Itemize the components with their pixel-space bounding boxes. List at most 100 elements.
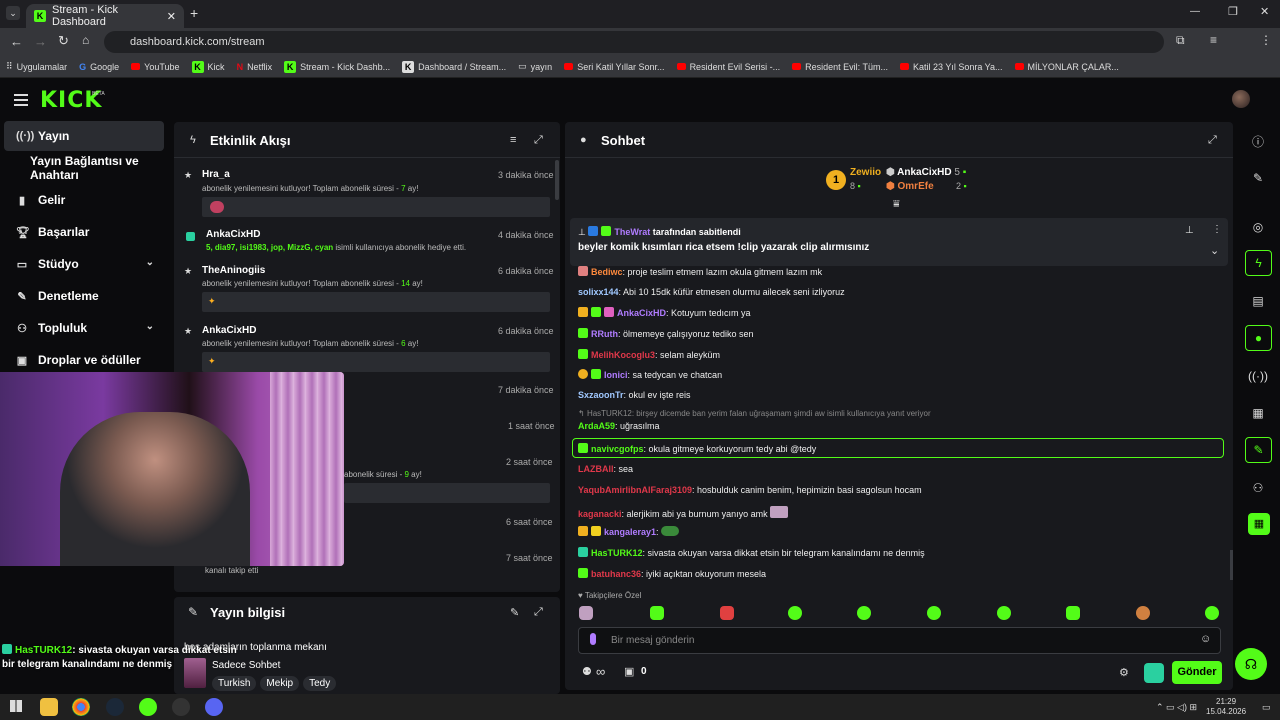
leader-name[interactable]: Zewiio — [850, 167, 881, 178]
media-icon[interactable]: ≡ — [1210, 33, 1217, 47]
extensions-icon[interactable]: ⧉ — [1176, 33, 1185, 48]
notification-icon[interactable]: ▭ — [1262, 702, 1271, 713]
forward-icon[interactable]: → — [34, 34, 47, 49]
maximize-icon[interactable]: ❐ — [1228, 5, 1238, 18]
bookmark-folder[interactable]: ▭ yayın — [518, 61, 552, 72]
more-options-icon[interactable]: ⋮ — [1212, 224, 1222, 235]
pencil-icon[interactable]: ✎ — [1240, 164, 1276, 192]
taskbar-clock[interactable]: 21:29 15.04.2026 — [1206, 697, 1246, 717]
back-icon[interactable]: ← — [10, 34, 23, 49]
sidebar-item-droplar[interactable]: ▣ Droplar ve ödüller — [4, 345, 164, 375]
kicks-icon[interactable] — [1144, 663, 1164, 683]
bookmark-item[interactable]: ⠿ Uygulamalar — [6, 61, 67, 72]
home-icon[interactable]: ⌂ — [82, 33, 89, 47]
popout-icon[interactable]: ⤢ — [534, 606, 543, 619]
emote-icon[interactable] — [1136, 606, 1150, 620]
emote-icon[interactable] — [650, 606, 664, 620]
bookmark-item[interactable]: Seri Katil Yıllar Sonr... — [564, 62, 665, 72]
windows-start-icon[interactable] — [10, 700, 22, 712]
popout-icon[interactable]: ⤢ — [534, 134, 543, 147]
close-tab-icon[interactable]: ✕ — [167, 10, 176, 23]
bookmark-item[interactable]: K Dashboard / Stream... — [402, 60, 506, 73]
sidebar-item-denetleme[interactable]: ✎ Denetleme — [4, 281, 164, 311]
emote-icon[interactable] — [1066, 606, 1080, 620]
chrome-icon[interactable] — [72, 698, 90, 716]
hamburger-menu-icon[interactable] — [14, 94, 28, 106]
user-avatar[interactable] — [1232, 90, 1250, 108]
popout-icon[interactable]: ⤢ — [1208, 134, 1217, 147]
bookmark-item[interactable]: K Stream - Kick Dashb... — [284, 60, 390, 73]
mic-icon[interactable] — [590, 633, 596, 645]
sidebar-item-studyo[interactable]: ▭ Stüdyo ⌄ — [4, 249, 164, 279]
leader-third[interactable]: ⬢ OmrEfe — [886, 181, 934, 192]
emote-icon[interactable] — [997, 606, 1011, 620]
discord-icon[interactable] — [205, 698, 223, 716]
printer-icon[interactable]: ▦ — [1240, 399, 1276, 427]
support-headset-icon[interactable]: ☊ — [1235, 648, 1267, 680]
chat-message: batuhanc36: iyiki açıktan okuyorum mesel… — [578, 568, 766, 579]
file-explorer-icon[interactable] — [40, 698, 58, 716]
tray-icons[interactable]: ⌃ ▭ ◁) ⊞ — [1156, 702, 1197, 713]
reload-icon[interactable]: ↻ — [58, 33, 69, 49]
send-button[interactable]: Gönder — [1172, 661, 1222, 684]
settings-gear-icon[interactable]: ⚙ — [1119, 666, 1129, 679]
bookmark-item[interactable]: Resident Evil Serisi -... — [676, 62, 780, 72]
tag[interactable]: Mekip — [260, 676, 300, 691]
clip-icon[interactable]: ▦ — [1248, 513, 1270, 535]
emote-icon[interactable] — [857, 606, 871, 620]
chat-scrollbar[interactable] — [1230, 550, 1233, 580]
windows-taskbar — [0, 694, 1280, 720]
url-text: dashboard.kick.com/stream — [130, 36, 265, 48]
chat-bubble-icon[interactable]: ● — [1245, 325, 1272, 351]
bookmark-item[interactable]: YouTube — [131, 62, 180, 72]
event-username[interactable]: AnkaCixHD — [202, 325, 256, 336]
event-username[interactable]: TheAninogiis — [202, 265, 265, 276]
edit-icon[interactable]: ✎ — [510, 606, 519, 619]
emoji-picker-icon[interactable]: ☺ — [1200, 633, 1211, 645]
bookmark-item[interactable]: Resident Evil: Tüm... — [792, 62, 888, 72]
activity-scrollbar[interactable] — [555, 160, 559, 200]
tag[interactable]: Tedy — [303, 676, 337, 691]
broadcast-icon[interactable]: ((·)) — [1240, 362, 1276, 390]
event-username[interactable]: AnkaCixHD — [206, 229, 260, 240]
sidebar-item-topluluk[interactable]: ⚇ Topluluk ⌄ — [4, 313, 164, 343]
sidebar-item-stream-key[interactable]: Yayın Bağlantısı ve Anahtarı — [4, 153, 174, 183]
filter-icon[interactable]: ≡ — [510, 134, 516, 146]
browser-tab[interactable]: K Stream - Kick Dashboard ✕ — [26, 4, 184, 28]
camera-icon[interactable]: ◎ — [1240, 213, 1276, 241]
sidebar-item-gelir[interactable]: ▮ Gelir — [4, 185, 164, 215]
event-username[interactable]: Hra_a — [202, 169, 230, 180]
emote-icon[interactable] — [579, 606, 593, 620]
emote-icon[interactable] — [788, 606, 802, 620]
steam-icon[interactable] — [106, 698, 124, 716]
reply-context: ↰ HasTURK12: birşey dicemde ban yerim fa… — [578, 409, 931, 418]
chevron-down-icon[interactable]: ⌄ — [1210, 244, 1219, 257]
tag[interactable]: Turkish — [212, 676, 257, 691]
people-icon[interactable]: ⚇ — [1240, 474, 1276, 502]
tab-search-icon[interactable]: ⌄ — [6, 6, 20, 20]
emote-icon[interactable] — [720, 606, 734, 620]
wrench-icon[interactable]: ✎ — [1245, 437, 1272, 463]
bolt-icon[interactable]: ϟ — [1245, 250, 1272, 276]
leader-second[interactable]: ⬢ AnkaCixHD 5 ▪ — [886, 167, 966, 178]
emote-icon[interactable] — [1205, 606, 1219, 620]
unpin-icon[interactable]: ⊥ — [1185, 225, 1194, 236]
bookmark-item[interactable]: K Kick — [191, 60, 225, 73]
filter-icon[interactable]: ⩸ — [893, 198, 900, 211]
bookmark-item[interactable]: MİLYONLAR ÇALAR... — [1014, 62, 1119, 72]
bookmark-item[interactable]: N Netflix — [237, 62, 273, 72]
sidebar-item-yayin[interactable]: ((·)) Yayın — [4, 121, 164, 151]
kick-app-icon[interactable] — [139, 698, 157, 716]
minimize-icon[interactable]: — — [1190, 6, 1200, 17]
bookmark-item[interactable]: G Google — [79, 62, 119, 72]
obs-icon[interactable] — [172, 698, 190, 716]
emote-icon[interactable] — [927, 606, 941, 620]
document-icon[interactable]: ▤ — [1240, 287, 1276, 315]
menu-icon[interactable]: ⋮ — [1260, 33, 1272, 47]
sidebar-item-basarilar[interactable]: 🏆︎ Başarılar — [4, 217, 164, 247]
url-input[interactable]: dashboard.kick.com/stream — [104, 31, 1164, 53]
close-window-icon[interactable]: ✕ — [1260, 5, 1269, 18]
new-tab-icon[interactable]: + — [190, 5, 198, 21]
bookmark-item[interactable]: Katil 23 Yıl Sonra Ya... — [899, 62, 1003, 72]
info-icon[interactable]: ⓘ — [1240, 127, 1276, 155]
